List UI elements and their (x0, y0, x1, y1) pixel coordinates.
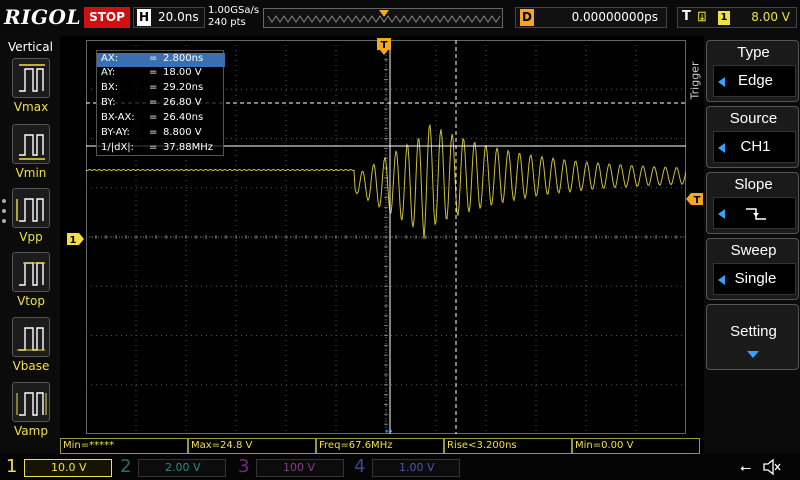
ch3-scale[interactable]: 100 V (256, 459, 344, 477)
ch2-scale[interactable]: 2.00 V (138, 459, 226, 477)
trigger-level-value: 8.00 V (751, 10, 790, 24)
delay-key: D (520, 9, 534, 26)
cursor-row: BX-AX: = 26.40ns (101, 112, 204, 123)
brand-logo: RIGOL (4, 5, 82, 29)
channel-bar: 1 10.0 V 2 2.00 V 3 100 V 4 1.00 V ⭠ (0, 455, 800, 480)
cursor-row: AX: = 2.800ns (97, 53, 225, 67)
trigger-sweep-button[interactable]: Sweep Single (706, 238, 799, 300)
vmax-button[interactable] (12, 58, 50, 98)
falling-edge-icon: ⍗ (698, 10, 706, 25)
trigger-slope-button[interactable]: Slope (706, 172, 799, 234)
trigger-source-button[interactable]: Source CH1 (706, 106, 799, 168)
vpp-label: Vpp (19, 230, 43, 244)
ch1-ground-marker[interactable]: 1 (67, 233, 85, 245)
ch4-number[interactable]: 4 (354, 456, 365, 477)
sample-rate-info: 1.00GSa/s 240 pts (208, 5, 259, 29)
sidebar-title: Vertical (8, 40, 53, 54)
cursor-readout-panel: AX: = 2.800ns AY: = 18.00 V BX: = 29.20ns BY: =… (96, 50, 225, 156)
trigger-position-marker[interactable]: T (377, 38, 391, 56)
cursor-row: BY: = 26.80 V (101, 97, 202, 108)
vmin-button[interactable] (12, 124, 50, 164)
timebase-value: 20.0ns (158, 10, 199, 24)
vtop-button[interactable] (12, 252, 50, 292)
chevron-down-icon (747, 351, 759, 358)
trigger-sweep-title: Sweep (730, 242, 777, 259)
falling-edge-icon (746, 208, 766, 220)
ch2-number[interactable]: 2 (120, 456, 131, 477)
measurement-item[interactable]: Min=0.00 V (572, 438, 700, 454)
cursor-row: 1/|dX|: = 37.88MHz (101, 142, 214, 153)
vamp-icon (16, 392, 47, 416)
vpp-icon (16, 198, 44, 222)
trigger-type-title: Type (737, 44, 770, 61)
vtop-icon (19, 262, 45, 286)
trigger-menu: Type Edge Source CH1 Slope Sweep Single … (704, 36, 800, 454)
memory-waveform-icon (267, 10, 501, 23)
measurement-sidebar: Vertical Vmax Vmin Vpp Vtop Vbase Vamp (0, 36, 60, 454)
run-stop-status[interactable]: STOP (84, 7, 130, 28)
ch1-number[interactable]: 1 (6, 456, 17, 477)
measurement-item[interactable]: Max=24.8 V (188, 438, 316, 454)
ch1-scale[interactable]: 10.0 V (24, 459, 112, 477)
measurement-item[interactable]: Min=***** (60, 438, 188, 454)
top-status-bar: RIGOL STOP H 20.0ns 1.00GSa/s 240 pts D … (0, 0, 800, 36)
vamp-label: Vamp (14, 424, 48, 438)
vbase-label: Vbase (12, 359, 50, 373)
memory-overview-strip[interactable] (263, 8, 503, 28)
vmax-label: Vmax (13, 100, 49, 114)
trigger-sweep-value: Single (734, 270, 777, 287)
trigger-level-marker[interactable]: T (686, 193, 704, 205)
usb-icon: ⭠ (740, 460, 752, 476)
measurement-bar: Min=***** Max=24.8 V Freq=67.6MHz Rise<3… (60, 438, 700, 454)
trigger-level-label: T (694, 195, 701, 205)
delay-value: 0.00000000ps (571, 10, 658, 24)
horizontal-delay[interactable]: D 0.00000000ps (515, 7, 667, 28)
trigger-type-button[interactable]: Type Edge (706, 40, 799, 102)
measurement-item[interactable]: Rise<3.200ns (444, 438, 572, 454)
vbase-icon (17, 327, 45, 351)
trigger-position-label: T (381, 40, 388, 51)
trigger-status[interactable]: T ⍗ 1 8.00 V (677, 7, 797, 28)
vbase-button[interactable] (12, 317, 50, 357)
left-arrow-icon (718, 209, 725, 219)
horizontal-key: H (137, 9, 151, 26)
menu-section-label: Trigger (688, 61, 702, 100)
trigger-source-value: CH1 (740, 138, 771, 155)
memory-depth: 240 pts (208, 17, 246, 28)
trigger-slope-title: Slope (734, 176, 773, 193)
vmax-icon (19, 64, 45, 92)
trigger-setting-title: Setting (730, 323, 777, 340)
trigger-source-title: Source (729, 110, 778, 127)
trigger-key: T (682, 9, 691, 24)
trigger-type-value: Edge (737, 72, 774, 89)
menu-section-tab: Trigger (686, 56, 702, 106)
trigger-channel-badge: 1 (718, 11, 730, 25)
sample-rate: 1.00GSa/s (208, 5, 260, 16)
vmin-icon (19, 134, 45, 160)
scroll-indicator (2, 199, 6, 229)
measurement-item[interactable]: Freq=67.6MHz (316, 438, 444, 454)
cursor-row: BY-AY: = 8.800 V (101, 127, 202, 138)
ch3-number[interactable]: 3 (238, 456, 249, 477)
trigger-setting-button[interactable]: Setting (706, 304, 799, 370)
vtop-label: Vtop (17, 294, 45, 308)
cursor-row: AY: = 18.00 V (101, 67, 202, 78)
vmin-label: Vmin (15, 166, 47, 180)
cursor-row: BX: = 29.20ns (101, 82, 204, 93)
vpp-button[interactable] (12, 188, 50, 228)
horizontal-timebase[interactable]: H 20.0ns (133, 7, 205, 28)
speaker-muted-icon[interactable] (762, 458, 782, 476)
vamp-button[interactable] (12, 382, 50, 422)
ch4-scale[interactable]: 1.00 V (372, 459, 460, 477)
ch1-ground-label: 1 (70, 235, 77, 245)
cursor-handle-icon: ↔ (385, 427, 393, 434)
